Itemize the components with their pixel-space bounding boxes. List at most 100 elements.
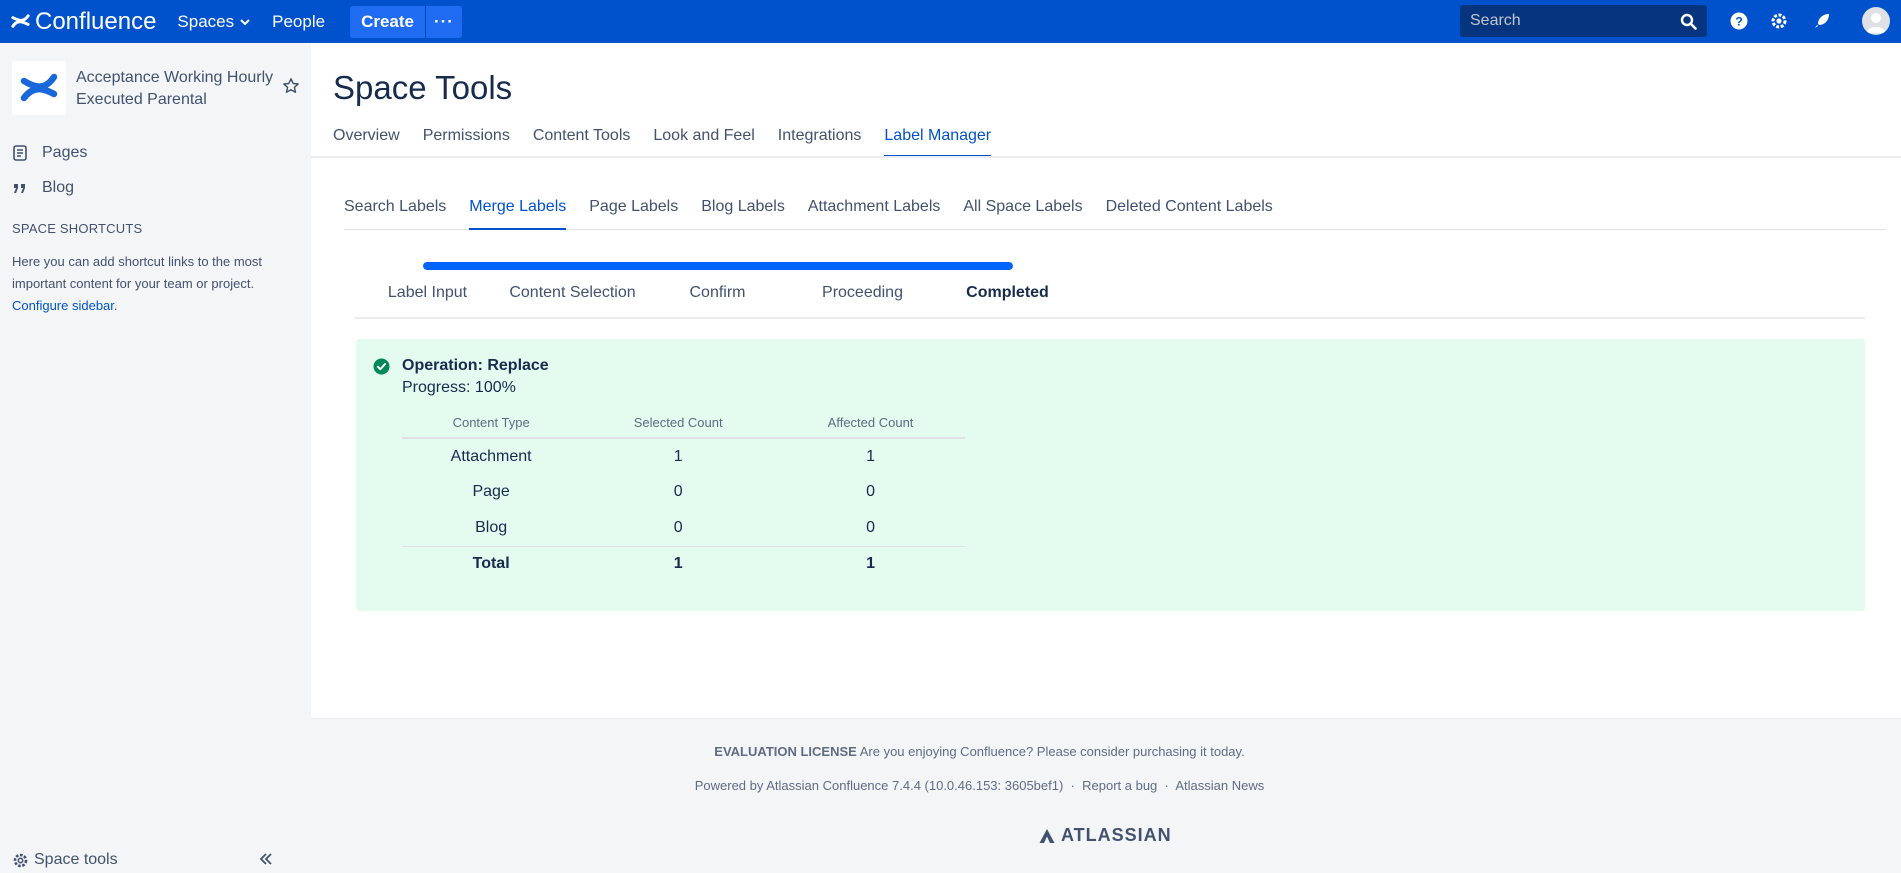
create-group: Create ··· [350,5,462,38]
search-input[interactable]: Search [1460,5,1707,37]
atlassian-logo[interactable]: ATLASSIAN [1038,825,1172,846]
sidebar: Acceptance Working Hourly Executed Paren… [0,43,311,873]
table-cell: 0 [866,483,875,500]
step-proceeding: Proceeding [822,284,903,301]
star-icon[interactable] [282,77,300,95]
notifications-icon[interactable] [1812,11,1832,31]
wizard-progress-fill [423,262,1013,270]
report-bug-link[interactable]: Report a bug [1082,778,1157,793]
atlassian-logo-icon [1039,828,1055,843]
operation-progress: Progress: 100% [402,379,516,396]
tabs-divider [311,156,1901,158]
subtab-search-labels[interactable]: Search Labels [344,198,446,230]
subtab-merge-labels[interactable]: Merge Labels [469,198,567,230]
blog-quote-icon [14,184,25,193]
atlassian-news-link[interactable]: Atlassian News [1175,778,1264,793]
tab-overview[interactable]: Overview [333,127,400,157]
shortcuts-description: Here you can add shortcut links to the m… [12,251,292,317]
subtab-all-space-labels[interactable]: All Space Labels [963,198,1082,230]
table-cell: 0 [673,518,683,536]
space-logo[interactable] [12,61,66,115]
configure-suffix: . [113,298,118,313]
svg-text:?: ? [1735,15,1742,29]
brand-name: Confluence [35,7,157,35]
space-name[interactable]: Acceptance Working Hourly Executed Paren… [76,67,276,111]
check-circle-icon [373,358,390,375]
page-title: Space Tools [333,69,513,106]
shortcuts-text: Here you can add shortcut links to the m… [12,254,263,291]
tab-look-and-feel[interactable]: Look and Feel [653,127,754,157]
sidebar-item-label: Pages [42,144,88,161]
table-cell: Total [402,545,581,582]
create-button[interactable]: Create [350,5,425,38]
counts-table: Content Type Selected Count Affected Cou… [402,411,965,582]
table-cell: 1 [673,447,683,465]
shortcuts-title: SPACE SHORTCUTS [12,221,143,236]
gear-icon [13,853,28,867]
confluence-logo[interactable]: Confluence [11,8,156,36]
chevron-down-icon [240,18,250,25]
subtab-blog-labels[interactable]: Blog Labels [701,198,785,230]
subtab-deleted-content-labels[interactable]: Deleted Content Labels [1106,198,1273,230]
settings-icon[interactable] [1769,11,1789,31]
separator: · [1070,778,1075,793]
spaces-menu[interactable]: Spaces [177,12,250,32]
table-total-row: Total 1 1 [402,545,965,582]
confluence-space-icon [20,73,58,102]
tab-label-manager[interactable]: Label Manager [884,127,992,157]
pages-icon [13,145,27,161]
space-tools-label: Space tools [34,851,118,868]
main-content: Space Tools Overview Permissions Content… [311,43,1901,718]
people-link[interactable]: People [272,12,325,32]
avatar-icon[interactable] [1862,7,1890,35]
column-header: Affected Count [776,411,965,439]
subtab-attachment-labels[interactable]: Attachment Labels [808,198,941,230]
column-header: Selected Count [580,411,777,439]
license-text: Are you enjoying Confluence? Please cons… [859,744,1245,759]
collapse-icon[interactable] [258,851,274,867]
configure-sidebar-link[interactable]: Configure sidebar [12,298,114,313]
table-cell: Page [472,483,510,500]
table-cell: Attachment [450,447,532,465]
sidebar-item-label: Blog [42,179,75,196]
table-row: Attachment 1 1 [402,438,965,474]
subtab-page-labels[interactable]: Page Labels [589,198,678,230]
step-content-selection: Content Selection [509,284,636,301]
step-completed: Completed [966,284,1049,301]
powered-by-link[interactable]: Powered by Atlassian Confluence 7.4.4 (1… [695,778,1064,793]
table-row: Page 0 0 [402,474,965,510]
table-cell: 0 [866,518,875,536]
search-placeholder: Search [1470,12,1521,29]
table-header-row: Content Type Selected Count Affected Cou… [402,411,965,439]
operation-title: Operation: Replace [402,357,549,374]
license-label: EVALUATION LICENSE [714,744,857,759]
help-icon[interactable]: ? [1729,11,1749,31]
tab-permissions[interactable]: Permissions [423,127,510,157]
space-tools-tabs: Overview Permissions Content Tools Look … [333,127,1014,157]
search-icon[interactable] [1680,13,1697,30]
license-notice: EVALUATION LICENSE Are you enjoying Conf… [311,744,1648,759]
space-tools-button[interactable]: Space tools [12,851,118,869]
tab-content-tools[interactable]: Content Tools [533,127,631,157]
powered-by-line: Powered by Atlassian Confluence 7.4.4 (1… [311,778,1648,793]
wizard-steps: Label Input Content Selection Confirm Pr… [355,284,1865,319]
sidebar-item-pages[interactable]: Pages [12,144,87,162]
operation-result-panel: Operation: Replace Progress: 100% Conten… [356,339,1865,611]
label-manager-subtabs: Search Labels Merge Labels Page Labels B… [344,198,1886,230]
table-row: Blog 0 0 [402,510,965,546]
top-navigation: Confluence Spaces People Create ··· Sear… [0,0,1901,43]
sidebar-item-blog[interactable]: Blog [12,179,74,197]
column-header: Content Type [402,411,581,439]
atlassian-wordmark: ATLASSIAN [1061,825,1172,845]
footer: EVALUATION LICENSE Are you enjoying Conf… [311,718,1901,873]
table-cell: Blog [475,518,508,536]
wizard-progress-bar [423,262,1013,270]
more-create-button[interactable]: ··· [424,5,462,38]
table-cell: 0 [673,483,683,500]
step-label-input: Label Input [387,284,468,301]
tab-integrations[interactable]: Integrations [778,127,862,157]
step-confirm: Confirm [689,284,746,301]
confluence-logo-icon [11,14,30,28]
spaces-label: Spaces [177,11,235,31]
table-cell: 1 [866,447,875,465]
